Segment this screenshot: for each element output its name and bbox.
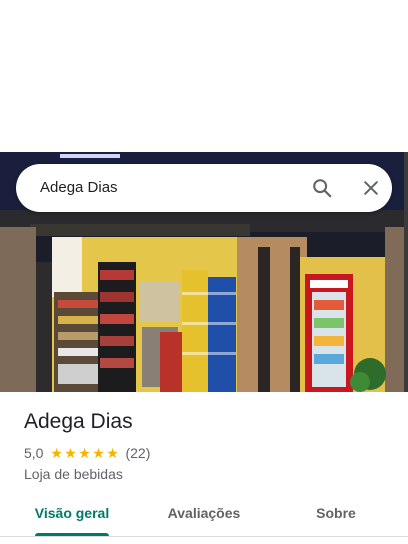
star-icon: ★ (50, 445, 63, 461)
star-icon: ★ (78, 445, 91, 461)
close-button[interactable] (353, 170, 389, 206)
tab-reviews[interactable]: Avaliações (154, 496, 254, 536)
star-icon: ★ (64, 445, 77, 461)
rating-stars: ★ ★ ★ ★ ★ (49, 446, 119, 460)
star-icon: ★ (92, 445, 105, 461)
review-count[interactable]: (22) (125, 445, 150, 461)
close-icon (364, 181, 378, 195)
place-category[interactable]: Loja de bebidas (24, 465, 394, 483)
place-title: Adega Dias (24, 410, 133, 433)
search-icon (313, 179, 332, 198)
place-info: Adega Dias 5,0 ★ ★ ★ ★ ★ (22) Loja de be… (24, 408, 394, 483)
star-icon: ★ (106, 445, 119, 461)
search-bar[interactable]: Adega Dias (16, 164, 392, 212)
search-button[interactable] (304, 170, 340, 206)
tabs-divider (0, 536, 408, 537)
rating-row[interactable]: 5,0 ★ ★ ★ ★ ★ (22) (24, 444, 394, 462)
tab-about[interactable]: Sobre (286, 496, 386, 536)
tab-overview[interactable]: Visão geral (22, 496, 122, 536)
rating-value: 5,0 (24, 445, 44, 461)
place-tabs: Visão geral Avaliações Sobre (0, 496, 408, 536)
search-input[interactable]: Adega Dias (40, 164, 118, 212)
map-area-blank (0, 0, 408, 152)
scrollbar-track[interactable] (404, 152, 408, 392)
